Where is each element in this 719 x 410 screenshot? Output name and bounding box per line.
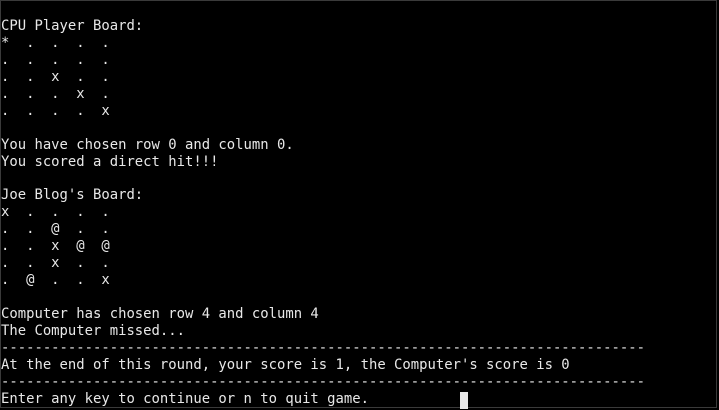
- computer-result-text: The Computer missed...: [1, 322, 185, 339]
- divider-top: ----------------------------------------…: [1, 339, 645, 356]
- round-score-text: At the end of this round, your score is …: [1, 356, 570, 373]
- divider-bottom: ----------------------------------------…: [1, 373, 645, 390]
- cpu-board-row-3: . . . x .: [1, 85, 110, 102]
- terminal-window[interactable]: CPU Player Board: * . . . . . . . . . . …: [0, 0, 717, 408]
- player-board-title: Joe Blog's Board:: [1, 187, 144, 204]
- cpu-board-row-2: . . x . .: [1, 68, 110, 85]
- player-choice-text: You have chosen row 0 and column 0.: [1, 136, 294, 153]
- cpu-board-row-0: * . . . .: [1, 34, 110, 51]
- cpu-board-row-4: . . . . x: [1, 102, 110, 119]
- player-board-row-0: x . . . .: [1, 204, 110, 221]
- player-board-row-1: . . @ . .: [1, 221, 110, 238]
- player-board-row-3: . . x . .: [1, 255, 110, 272]
- text-cursor[interactable]: [460, 392, 468, 409]
- cpu-board-title: CPU Player Board:: [1, 18, 144, 34]
- computer-choice-text: Computer has chosen row 4 and column 4: [1, 305, 319, 322]
- cpu-board-row-1: . . . . .: [1, 51, 110, 68]
- player-board-row-2: . . x @ @: [1, 238, 110, 255]
- continue-prompt: Enter any key to continue or n to quit g…: [1, 390, 369, 407]
- player-board-row-4: . @ . . x: [1, 272, 110, 289]
- player-result-text: You scored a direct hit!!!: [1, 153, 219, 170]
